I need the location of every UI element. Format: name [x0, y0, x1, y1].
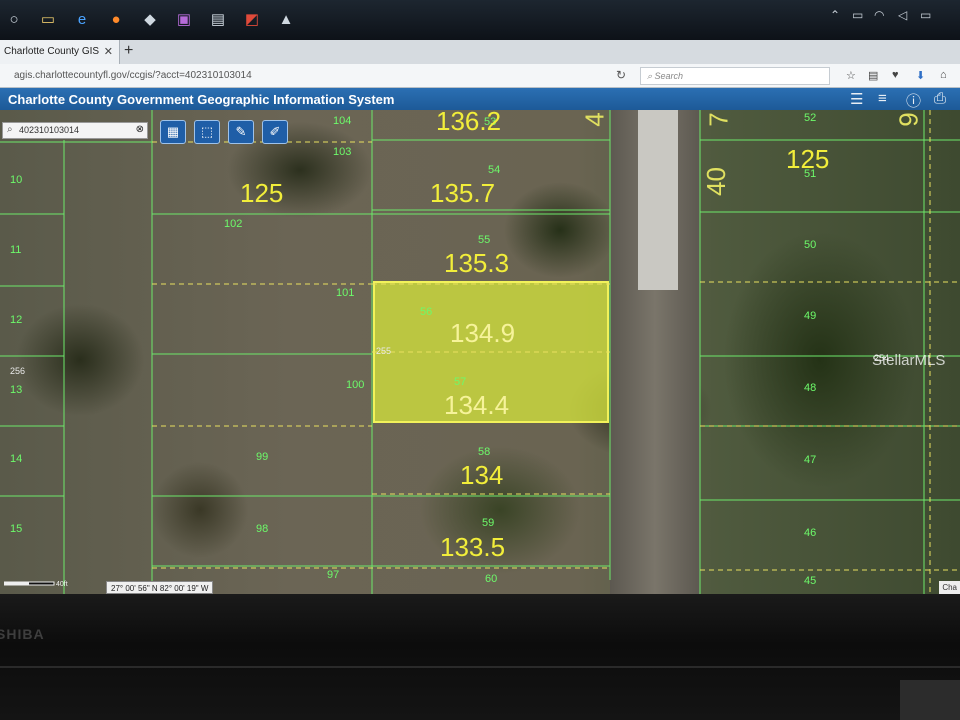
- lot-label: 55: [478, 234, 491, 246]
- download-icon[interactable]: ⬇: [916, 69, 925, 82]
- action-center-icon[interactable]: ▭: [920, 8, 931, 22]
- new-tab-icon[interactable]: +: [124, 42, 133, 60]
- lot-label: 256: [10, 366, 26, 376]
- dimension-label: 134.4: [444, 390, 510, 420]
- dimension-label: 135.3: [444, 248, 510, 278]
- measure-icon[interactable]: ✐: [262, 120, 288, 144]
- clear-search-icon[interactable]: ⊗: [136, 124, 144, 135]
- dimension-label: 134: [460, 460, 504, 490]
- info-icon[interactable]: ⓘ: [906, 90, 921, 111]
- chevron-up-icon[interactable]: ⌃: [830, 8, 840, 22]
- search-icon: ⌕: [7, 124, 13, 135]
- lot-label: 255: [376, 346, 392, 356]
- lot-label: 58: [478, 446, 491, 458]
- lot-label: 15: [10, 523, 23, 535]
- map-view[interactable]: 104 103 102 101 100 99 98 97 10 11 12 13…: [0, 110, 960, 594]
- notes-icon[interactable]: ✎: [228, 120, 254, 144]
- bezel-corner: [900, 680, 960, 720]
- lot-label: 101: [336, 287, 355, 299]
- url-field[interactable]: agis.charlottecountyfl.gov/ccgis/?acct=4…: [14, 70, 252, 81]
- lot-label: 57: [454, 376, 467, 388]
- edge-icon[interactable]: e: [72, 10, 92, 30]
- lot-label: 54: [488, 164, 501, 176]
- dimension-label: 133.5: [440, 532, 506, 562]
- lot-label: 60: [485, 573, 498, 585]
- lot-label: 98: [256, 523, 269, 535]
- lot-label: 48: [804, 382, 817, 394]
- watermark: StellarMLS: [872, 352, 946, 369]
- lot-label: 56: [420, 306, 433, 318]
- dimension-label: 125: [786, 144, 830, 174]
- dimension-label: 4: [579, 112, 610, 127]
- dimension-label: 7: [703, 112, 734, 127]
- lot-label: 10: [10, 174, 23, 186]
- network-icon[interactable]: ▭: [852, 8, 863, 22]
- media-icon[interactable]: ▣: [174, 10, 194, 30]
- volume-icon[interactable]: ◁: [898, 8, 907, 22]
- gis-header-bar: Charlotte County Government Geographic I…: [0, 88, 960, 110]
- firefox-icon[interactable]: ●: [106, 10, 126, 30]
- search-input[interactable]: ⌕ Search: [640, 67, 830, 85]
- grid-icon[interactable]: ▦: [160, 120, 186, 144]
- lot-label: 104: [333, 115, 352, 127]
- dimension-label: 134.9: [450, 318, 516, 348]
- lot-label: 97: [327, 569, 340, 581]
- app-icon[interactable]: ◆: [140, 10, 160, 30]
- lot-label: 52: [804, 112, 817, 124]
- dimension-label: 9: [893, 112, 924, 127]
- photos-icon[interactable]: ▤: [208, 10, 228, 30]
- lot-label: 50: [804, 239, 817, 251]
- tab-strip: Charlotte County GIS ✕ +: [0, 40, 960, 64]
- lot-label: 46: [804, 527, 817, 539]
- home-icon[interactable]: ⌂: [940, 69, 947, 81]
- pdf-icon[interactable]: ◩: [242, 10, 262, 30]
- lot-label: 12: [10, 314, 23, 326]
- scale-bar: [4, 581, 55, 586]
- address-bar: agis.charlottecountyfl.gov/ccgis/?acct=4…: [0, 64, 960, 88]
- bookmark-star-icon[interactable]: ☆: [846, 69, 856, 82]
- dimension-label: 40: [700, 167, 731, 196]
- wifi-icon[interactable]: ◠: [874, 8, 884, 22]
- print-icon[interactable]: ⎙: [934, 90, 946, 107]
- select-icon[interactable]: ⬚: [194, 120, 220, 144]
- page-title: Charlotte County Government Geographic I…: [8, 92, 395, 107]
- lot-label: 13: [10, 384, 23, 396]
- lot-label: 103: [333, 146, 352, 158]
- tab-charlotte-gis[interactable]: Charlotte County GIS ✕: [0, 40, 120, 64]
- laptop-bezel: SHIBA: [0, 594, 960, 720]
- lot-label: 14: [10, 453, 23, 465]
- lot-label: 102: [224, 218, 243, 230]
- lot-label: 59: [482, 517, 495, 529]
- reading-list-icon[interactable]: ▤: [868, 69, 878, 82]
- attribution-label: Cha: [939, 581, 960, 594]
- lot-label: 45: [804, 575, 817, 587]
- windows-taskbar: ○ ▭ e ● ◆ ▣ ▤ ◩ ▲ ⌃ ▭ ◠ ◁ ▭: [0, 0, 960, 40]
- brand-logo: SHIBA: [0, 626, 45, 642]
- scale-label: 40ft: [56, 581, 68, 588]
- pocket-icon[interactable]: ♥: [892, 69, 899, 81]
- lot-label: 47: [804, 454, 817, 466]
- layers-icon[interactable]: ☰: [850, 90, 863, 108]
- tab-title: Charlotte County GIS: [4, 46, 100, 57]
- file-explorer-icon[interactable]: ▭: [38, 10, 58, 30]
- reload-icon[interactable]: ↻: [616, 68, 626, 82]
- close-tab-icon[interactable]: ✕: [104, 45, 113, 58]
- map-search-input[interactable]: ⌕ 402310103014 ⊗: [2, 122, 148, 139]
- image-icon[interactable]: ▲: [276, 10, 296, 30]
- bezel-edge: [0, 666, 960, 668]
- dimension-label: 136.2: [436, 110, 502, 136]
- dimension-label: 135.7: [430, 178, 496, 208]
- map-search-value: 402310103014: [19, 125, 80, 135]
- coordinate-readout: 27° 00' 56" N 82° 00' 19" W: [106, 581, 214, 594]
- list-icon[interactable]: ≡: [878, 90, 887, 107]
- lot-label: 49: [804, 310, 817, 322]
- dimension-label: 125: [240, 178, 284, 208]
- lot-label: 99: [256, 451, 269, 463]
- start-circle-icon[interactable]: ○: [4, 10, 24, 30]
- lot-label: 11: [10, 244, 22, 256]
- lot-label: 100: [346, 379, 365, 391]
